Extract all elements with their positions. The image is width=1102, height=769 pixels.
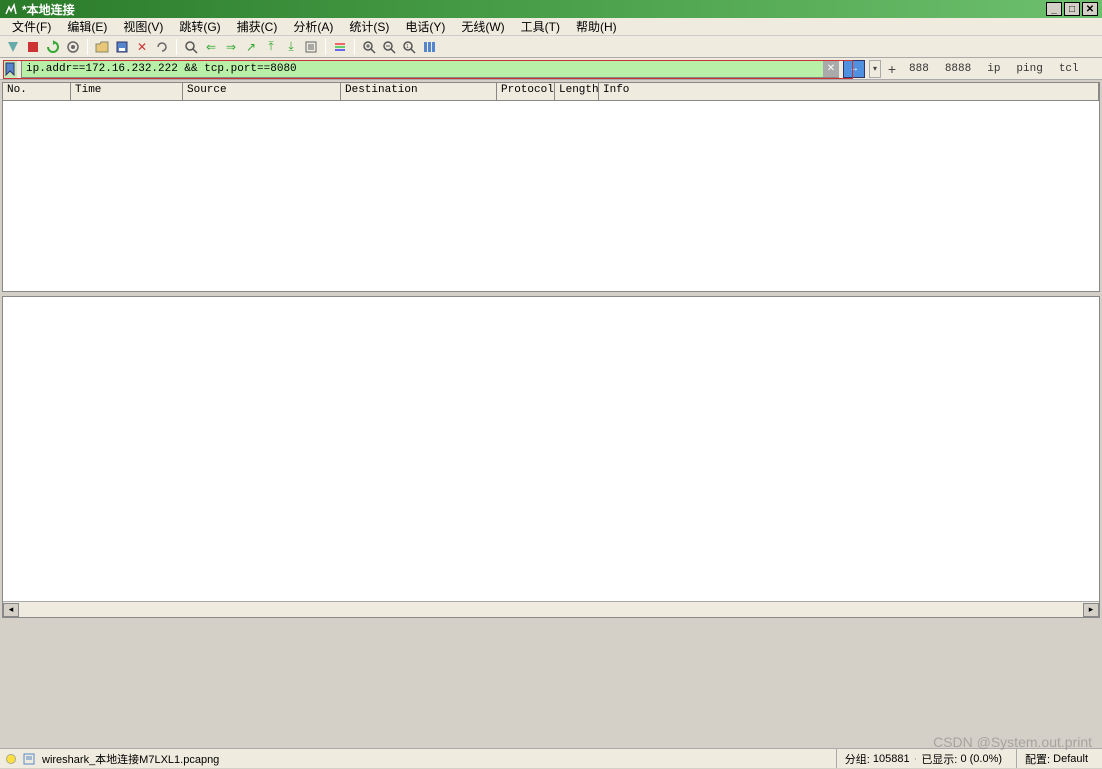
- start-capture-icon[interactable]: [4, 38, 22, 56]
- main-toolbar: ✕ ⇐ ⇒ ↗ ⤒ ⤓ 1: [0, 36, 1102, 58]
- status-profile-label: 配置:: [1025, 751, 1050, 767]
- capture-file-properties-icon[interactable]: [22, 752, 36, 766]
- stop-capture-icon[interactable]: [24, 38, 42, 56]
- status-sep: ·: [914, 753, 918, 765]
- filter-dropdown-icon[interactable]: ▾: [869, 60, 881, 78]
- scroll-right-icon[interactable]: ▸: [1083, 603, 1099, 617]
- quick-filter-ping[interactable]: ping: [1010, 61, 1048, 77]
- packet-detail-pane: ◂ ▸: [2, 296, 1100, 618]
- status-packets-section: 分组: 105881 · 已显示: 0 (0.0%): [836, 749, 1010, 768]
- maximize-button[interactable]: □: [1064, 2, 1080, 16]
- status-packets-label: 分组:: [845, 751, 870, 767]
- packet-detail-body[interactable]: [3, 297, 1099, 601]
- col-info[interactable]: Info: [599, 83, 1099, 101]
- status-profile-value: Default: [1053, 753, 1088, 765]
- packet-list-pane: No. Time Source Destination Protocol Len…: [2, 82, 1100, 292]
- zoom-100-icon[interactable]: 1: [400, 38, 418, 56]
- display-filter-input[interactable]: [21, 60, 839, 78]
- save-file-icon[interactable]: [113, 38, 131, 56]
- menu-edit[interactable]: 编辑(E): [59, 18, 115, 35]
- menu-wireless[interactable]: 无线(W): [453, 18, 512, 35]
- auto-scroll-icon[interactable]: [302, 38, 320, 56]
- status-profile-section[interactable]: 配置: Default: [1016, 749, 1096, 768]
- window-controls: _ □ ✕: [1044, 2, 1098, 16]
- close-button[interactable]: ✕: [1082, 2, 1098, 16]
- packet-list-header: No. Time Source Destination Protocol Len…: [3, 83, 1099, 101]
- menu-telephony[interactable]: 电话(Y): [397, 18, 453, 35]
- quick-filter-888[interactable]: 888: [903, 61, 935, 77]
- capture-options-icon[interactable]: [64, 38, 82, 56]
- menu-view[interactable]: 视图(V): [115, 18, 171, 35]
- quick-filter-ip[interactable]: ip: [981, 61, 1006, 77]
- zoom-in-icon[interactable]: [360, 38, 378, 56]
- bottom-pane-area: [0, 620, 1102, 748]
- col-time[interactable]: Time: [71, 83, 183, 101]
- scroll-left-icon[interactable]: ◂: [3, 603, 19, 617]
- go-forward-icon[interactable]: ⇒: [222, 38, 240, 56]
- menu-go[interactable]: 跳转(G): [171, 18, 228, 35]
- col-destination[interactable]: Destination: [341, 83, 497, 101]
- add-filter-button-icon[interactable]: +: [885, 60, 899, 78]
- menu-statistics[interactable]: 统计(S): [341, 18, 397, 35]
- app-icon: [4, 2, 18, 16]
- col-no[interactable]: No.: [3, 83, 71, 101]
- restart-capture-icon[interactable]: [44, 38, 62, 56]
- go-back-icon[interactable]: ⇐: [202, 38, 220, 56]
- close-file-icon[interactable]: ✕: [133, 38, 151, 56]
- menu-bar: 文件(F) 编辑(E) 视图(V) 跳转(G) 捕获(C) 分析(A) 统计(S…: [0, 18, 1102, 36]
- horizontal-scrollbar[interactable]: ◂ ▸: [3, 601, 1099, 617]
- reload-file-icon[interactable]: [153, 38, 171, 56]
- status-displayed-label: 已显示:: [921, 751, 957, 767]
- go-first-icon[interactable]: ⤒: [262, 38, 280, 56]
- resize-columns-icon[interactable]: [420, 38, 438, 56]
- menu-analyze[interactable]: 分析(A): [285, 18, 341, 35]
- go-last-icon[interactable]: ⤓: [282, 38, 300, 56]
- window-title: *本地连接: [22, 1, 75, 18]
- zoom-out-icon[interactable]: [380, 38, 398, 56]
- find-packet-icon[interactable]: [182, 38, 200, 56]
- status-bar: wireshark_本地连接M7LXL1.pcapng 分组: 105881 ·…: [0, 748, 1102, 768]
- quick-filter-tcl[interactable]: tcl: [1053, 61, 1085, 77]
- menu-help[interactable]: 帮助(H): [568, 18, 625, 35]
- packet-list-body[interactable]: [3, 101, 1099, 291]
- menu-capture[interactable]: 捕获(C): [229, 18, 286, 35]
- svg-text:1: 1: [406, 44, 409, 50]
- filter-bookmark-icon[interactable]: [3, 60, 17, 78]
- status-packets-count: 105881: [873, 753, 910, 765]
- apply-filter-icon[interactable]: →: [843, 60, 865, 78]
- filter-toolbar: ✕ → ▾ + 888 8888 ip ping tcl: [0, 58, 1102, 80]
- expert-info-led-icon[interactable]: [6, 754, 16, 764]
- minimize-button[interactable]: _: [1046, 2, 1062, 16]
- menu-file[interactable]: 文件(F): [4, 18, 59, 35]
- col-source[interactable]: Source: [183, 83, 341, 101]
- col-protocol[interactable]: Protocol: [497, 83, 555, 101]
- status-file-name: wireshark_本地连接M7LXL1.pcapng: [42, 751, 219, 767]
- colorize-icon[interactable]: [331, 38, 349, 56]
- col-length[interactable]: Length: [555, 83, 599, 101]
- menu-tools[interactable]: 工具(T): [513, 18, 568, 35]
- status-displayed-count: 0 (0.0%): [960, 753, 1002, 765]
- title-bar: *本地连接 _ □ ✕: [0, 0, 1102, 18]
- open-file-icon[interactable]: [93, 38, 111, 56]
- quick-filter-8888[interactable]: 8888: [939, 61, 977, 77]
- go-to-packet-icon[interactable]: ↗: [242, 38, 260, 56]
- clear-filter-icon[interactable]: ✕: [823, 61, 839, 77]
